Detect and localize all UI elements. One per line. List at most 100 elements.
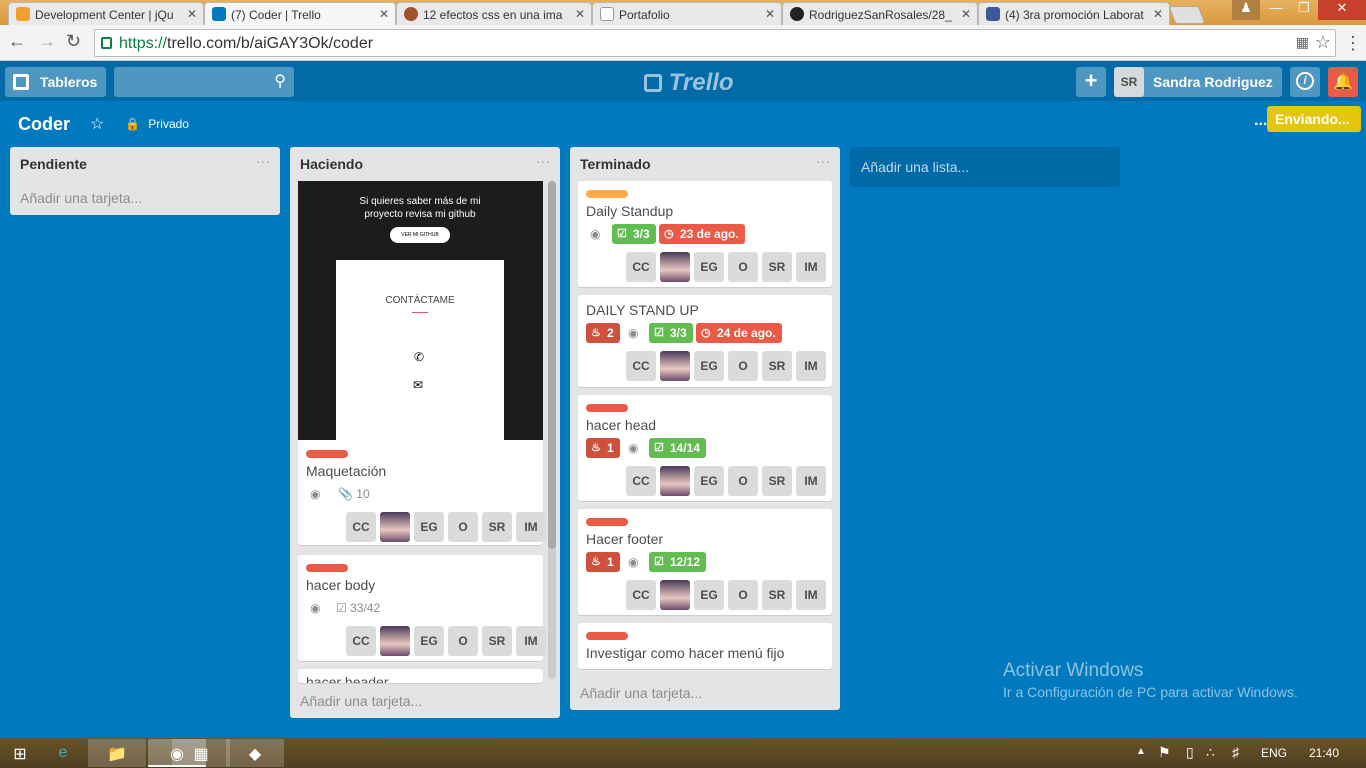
member-cc[interactable]: CC — [346, 512, 376, 542]
browser-tab-2[interactable]: (7) Coder | Trello ✕ — [204, 2, 396, 25]
member-o[interactable]: O — [728, 351, 758, 381]
minimize-icon[interactable]: — — [1262, 0, 1290, 20]
card-hacer-body[interactable]: hacer body ◉ ☑ 33/42 CC EG O SR IM — [298, 555, 546, 661]
member-o[interactable]: O — [448, 512, 478, 542]
member-sr[interactable]: SR — [482, 626, 512, 656]
close-tab-icon[interactable]: ✕ — [379, 7, 389, 21]
show-hidden-icons-icon[interactable]: ▲ — [1136, 746, 1146, 757]
member-im[interactable]: IM — [796, 351, 826, 381]
member-sr[interactable]: SR — [762, 351, 792, 381]
card-investigar-menu-fijo[interactable]: Investigar como hacer menú fijo — [578, 623, 832, 669]
member-sr-photo[interactable] — [380, 512, 410, 542]
member-cc[interactable]: CC — [626, 466, 656, 496]
board-title[interactable]: Coder — [18, 114, 70, 135]
member-sr[interactable]: SR — [762, 466, 792, 496]
member-eg[interactable]: EG — [414, 626, 444, 656]
member-cc[interactable]: CC — [626, 580, 656, 610]
windows-start-icon[interactable]: ⊞ — [0, 739, 40, 767]
list-title[interactable]: Haciendo — [300, 156, 363, 172]
close-tab-icon[interactable]: ✕ — [1153, 7, 1163, 21]
close-tab-icon[interactable]: ✕ — [765, 7, 775, 21]
trello-logo[interactable]: Trello — [644, 69, 734, 97]
card-daily-standup[interactable]: Daily Standup ◉ ☑ 3/3 ◷ 23 de ago. CC EG O… — [578, 181, 832, 287]
star-icon[interactable]: ☆ — [90, 114, 104, 134]
member-sr-photo[interactable] — [660, 351, 690, 381]
list-title[interactable]: Pendiente — [20, 156, 87, 172]
add-card-link[interactable]: Añadir una tarjeta... — [20, 190, 142, 206]
search-input[interactable]: ⚲ — [114, 67, 294, 97]
volume-icon[interactable]: ♯ — [1232, 744, 1239, 760]
battery-icon[interactable]: ▯ — [1186, 744, 1194, 761]
member-im[interactable]: IM — [796, 466, 826, 496]
sublime-text-icon[interactable]: ▦ — [172, 739, 230, 767]
close-tab-icon[interactable]: ✕ — [575, 7, 585, 21]
browser-tab-5[interactable]: RodriguezSanRosales/28_ ✕ — [782, 2, 978, 25]
member-o[interactable]: O — [728, 580, 758, 610]
member-im[interactable]: IM — [516, 512, 546, 542]
card-daily-stand-up[interactable]: DAILY STAND UP ♨ 2 ◉ ☑ 3/3 ◷ 24 de ago. CC … — [578, 295, 832, 387]
boards-button[interactable]: Tableros — [5, 67, 106, 97]
git-icon[interactable]: ◆ — [226, 739, 284, 767]
card-hacer-head[interactable]: hacer head ♨ 1 ◉ ☑ 14/14 CC EG O SR IM — [578, 395, 832, 501]
member-im[interactable]: IM — [796, 580, 826, 610]
add-card-link[interactable]: Añadir una tarjeta... — [580, 685, 702, 701]
close-tab-icon[interactable]: ✕ — [187, 7, 197, 21]
translate-icon[interactable]: ▦ — [1296, 34, 1309, 51]
member-sr[interactable]: SR — [762, 252, 792, 282]
member-cc[interactable]: CC — [626, 351, 656, 381]
close-tab-icon[interactable]: ✕ — [961, 7, 971, 21]
reload-icon[interactable]: ↻ — [66, 31, 81, 52]
notifications-button[interactable]: 🔔 — [1328, 67, 1358, 97]
member-cc[interactable]: CC — [626, 252, 656, 282]
clock[interactable]: 21:40 — [1309, 746, 1339, 760]
member-eg[interactable]: EG — [694, 580, 724, 610]
info-button[interactable]: i — [1290, 67, 1320, 97]
board-menu-dots[interactable]: ... — [1254, 112, 1267, 130]
browser-tab-4[interactable]: Portafolio ✕ — [592, 2, 782, 25]
language-indicator[interactable]: ENG — [1261, 746, 1287, 760]
browser-tab-6[interactable]: (4) 3ra promoción Laborat ✕ — [978, 2, 1170, 25]
wifi-icon[interactable]: ∴ — [1206, 744, 1215, 761]
member-eg[interactable]: EG — [414, 512, 444, 542]
internet-explorer-icon[interactable]: e — [40, 739, 86, 767]
member-sr-photo[interactable] — [380, 626, 410, 656]
member-im[interactable]: IM — [796, 252, 826, 282]
scrollbar-thumb[interactable] — [548, 181, 556, 549]
forward-arrow-icon[interactable]: → — [38, 31, 56, 52]
member-eg[interactable]: EG — [694, 252, 724, 282]
close-window-icon[interactable]: ✕ — [1318, 0, 1366, 20]
chrome-menu-icon[interactable]: ⋮ — [1344, 33, 1362, 54]
file-explorer-icon[interactable]: 📁 — [88, 739, 146, 767]
card-hacer-header[interactable]: hacer header — [298, 669, 543, 683]
add-list-button[interactable]: Añadir una lista... — [850, 147, 1120, 187]
member-sr-photo[interactable] — [660, 580, 690, 610]
maximize-icon[interactable]: ❐ — [1290, 0, 1318, 20]
member-sr[interactable]: SR — [762, 580, 792, 610]
list-menu-icon[interactable]: ··· — [536, 153, 550, 169]
user-profile-icon[interactable]: ♟ — [1232, 0, 1260, 20]
url-field[interactable]: https://trello.com/b/aiGAY3Ok/coder ▦ ☆ — [94, 29, 1336, 57]
member-eg[interactable]: EG — [694, 351, 724, 381]
member-sr-photo[interactable] — [660, 466, 690, 496]
card-hacer-footer[interactable]: Hacer footer ♨ 1 ◉ ☑ 12/12 CC EG O SR IM — [578, 509, 832, 615]
member-o[interactable]: O — [728, 252, 758, 282]
member-sr[interactable]: SR — [482, 512, 512, 542]
member-o[interactable]: O — [728, 466, 758, 496]
back-arrow-icon[interactable]: ← — [8, 31, 26, 52]
private-board-button[interactable]: 🔒 Privado — [125, 117, 189, 131]
browser-tab-1[interactable]: Development Center | jQu ✕ — [8, 2, 204, 25]
list-menu-icon[interactable]: ··· — [816, 153, 830, 169]
flag-icon[interactable]: ⚑ — [1158, 744, 1171, 761]
member-cc[interactable]: CC — [346, 626, 376, 656]
member-sr-photo[interactable] — [660, 252, 690, 282]
user-menu-button[interactable]: SR Sandra Rodriguez — [1114, 67, 1282, 97]
bookmark-star-icon[interactable]: ☆ — [1315, 32, 1331, 53]
member-o[interactable]: O — [448, 626, 478, 656]
new-tab-button[interactable] — [1168, 6, 1206, 24]
list-scrollbar[interactable] — [548, 181, 556, 679]
member-im[interactable]: IM — [516, 626, 546, 656]
browser-tab-3[interactable]: 12 efectos css en una ima ✕ — [396, 2, 592, 25]
list-menu-icon[interactable]: ··· — [256, 153, 270, 169]
add-card-link[interactable]: Añadir una tarjeta... — [300, 693, 422, 709]
member-eg[interactable]: EG — [694, 466, 724, 496]
